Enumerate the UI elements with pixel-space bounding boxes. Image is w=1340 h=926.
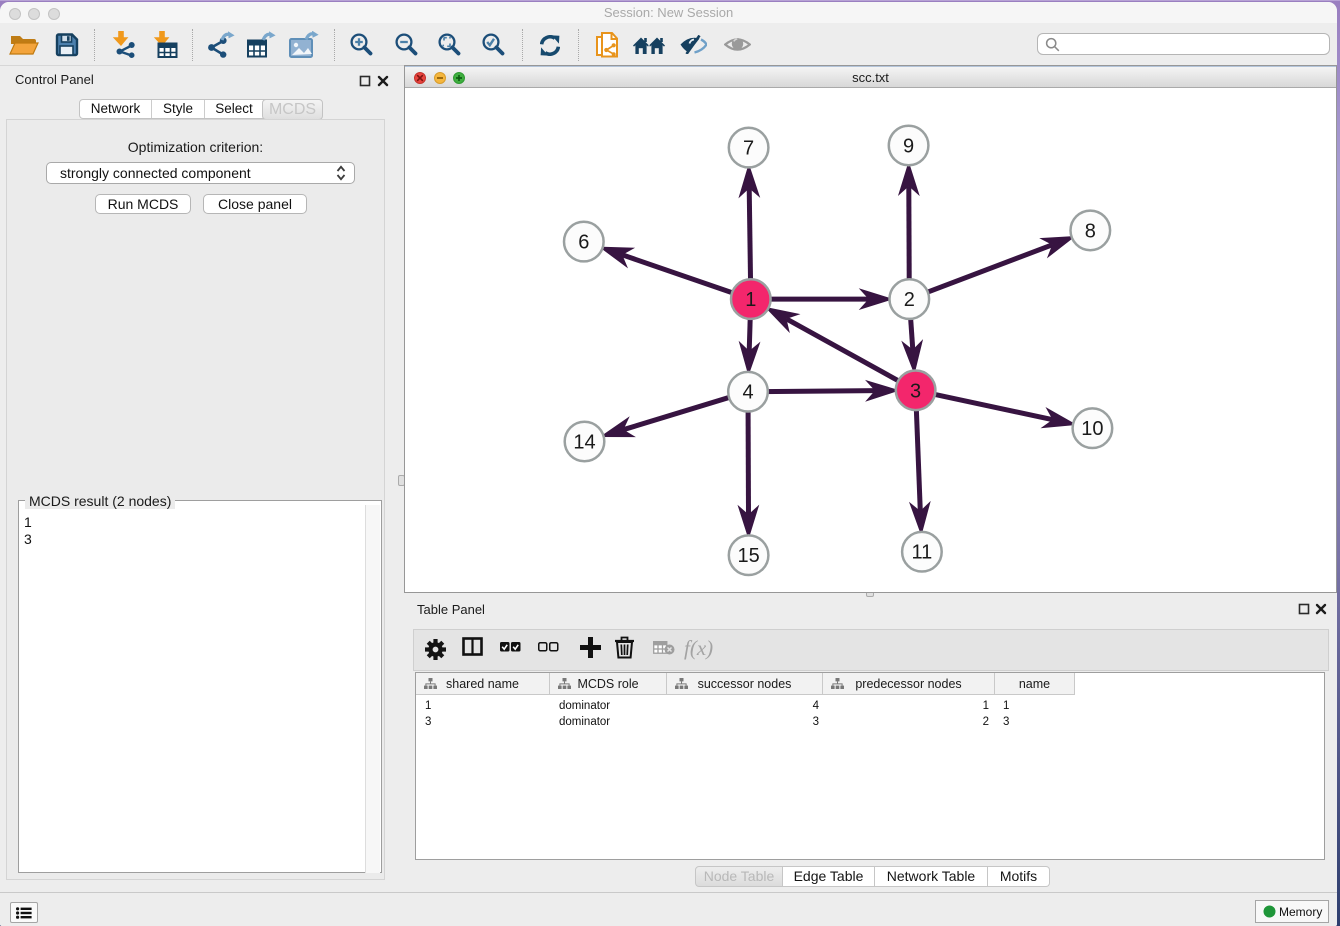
- svg-text:1: 1: [745, 289, 756, 311]
- svg-text:4: 4: [742, 382, 753, 404]
- svg-text:15: 15: [737, 545, 759, 567]
- svg-text:10: 10: [1081, 418, 1103, 440]
- svg-text:11: 11: [912, 542, 933, 564]
- svg-text:7: 7: [743, 138, 754, 160]
- svg-text:6: 6: [578, 232, 589, 254]
- svg-text:8: 8: [1085, 220, 1096, 242]
- svg-text:3: 3: [910, 380, 921, 402]
- svg-text:2: 2: [904, 289, 915, 311]
- svg-text:9: 9: [903, 136, 914, 158]
- svg-text:14: 14: [573, 432, 595, 454]
